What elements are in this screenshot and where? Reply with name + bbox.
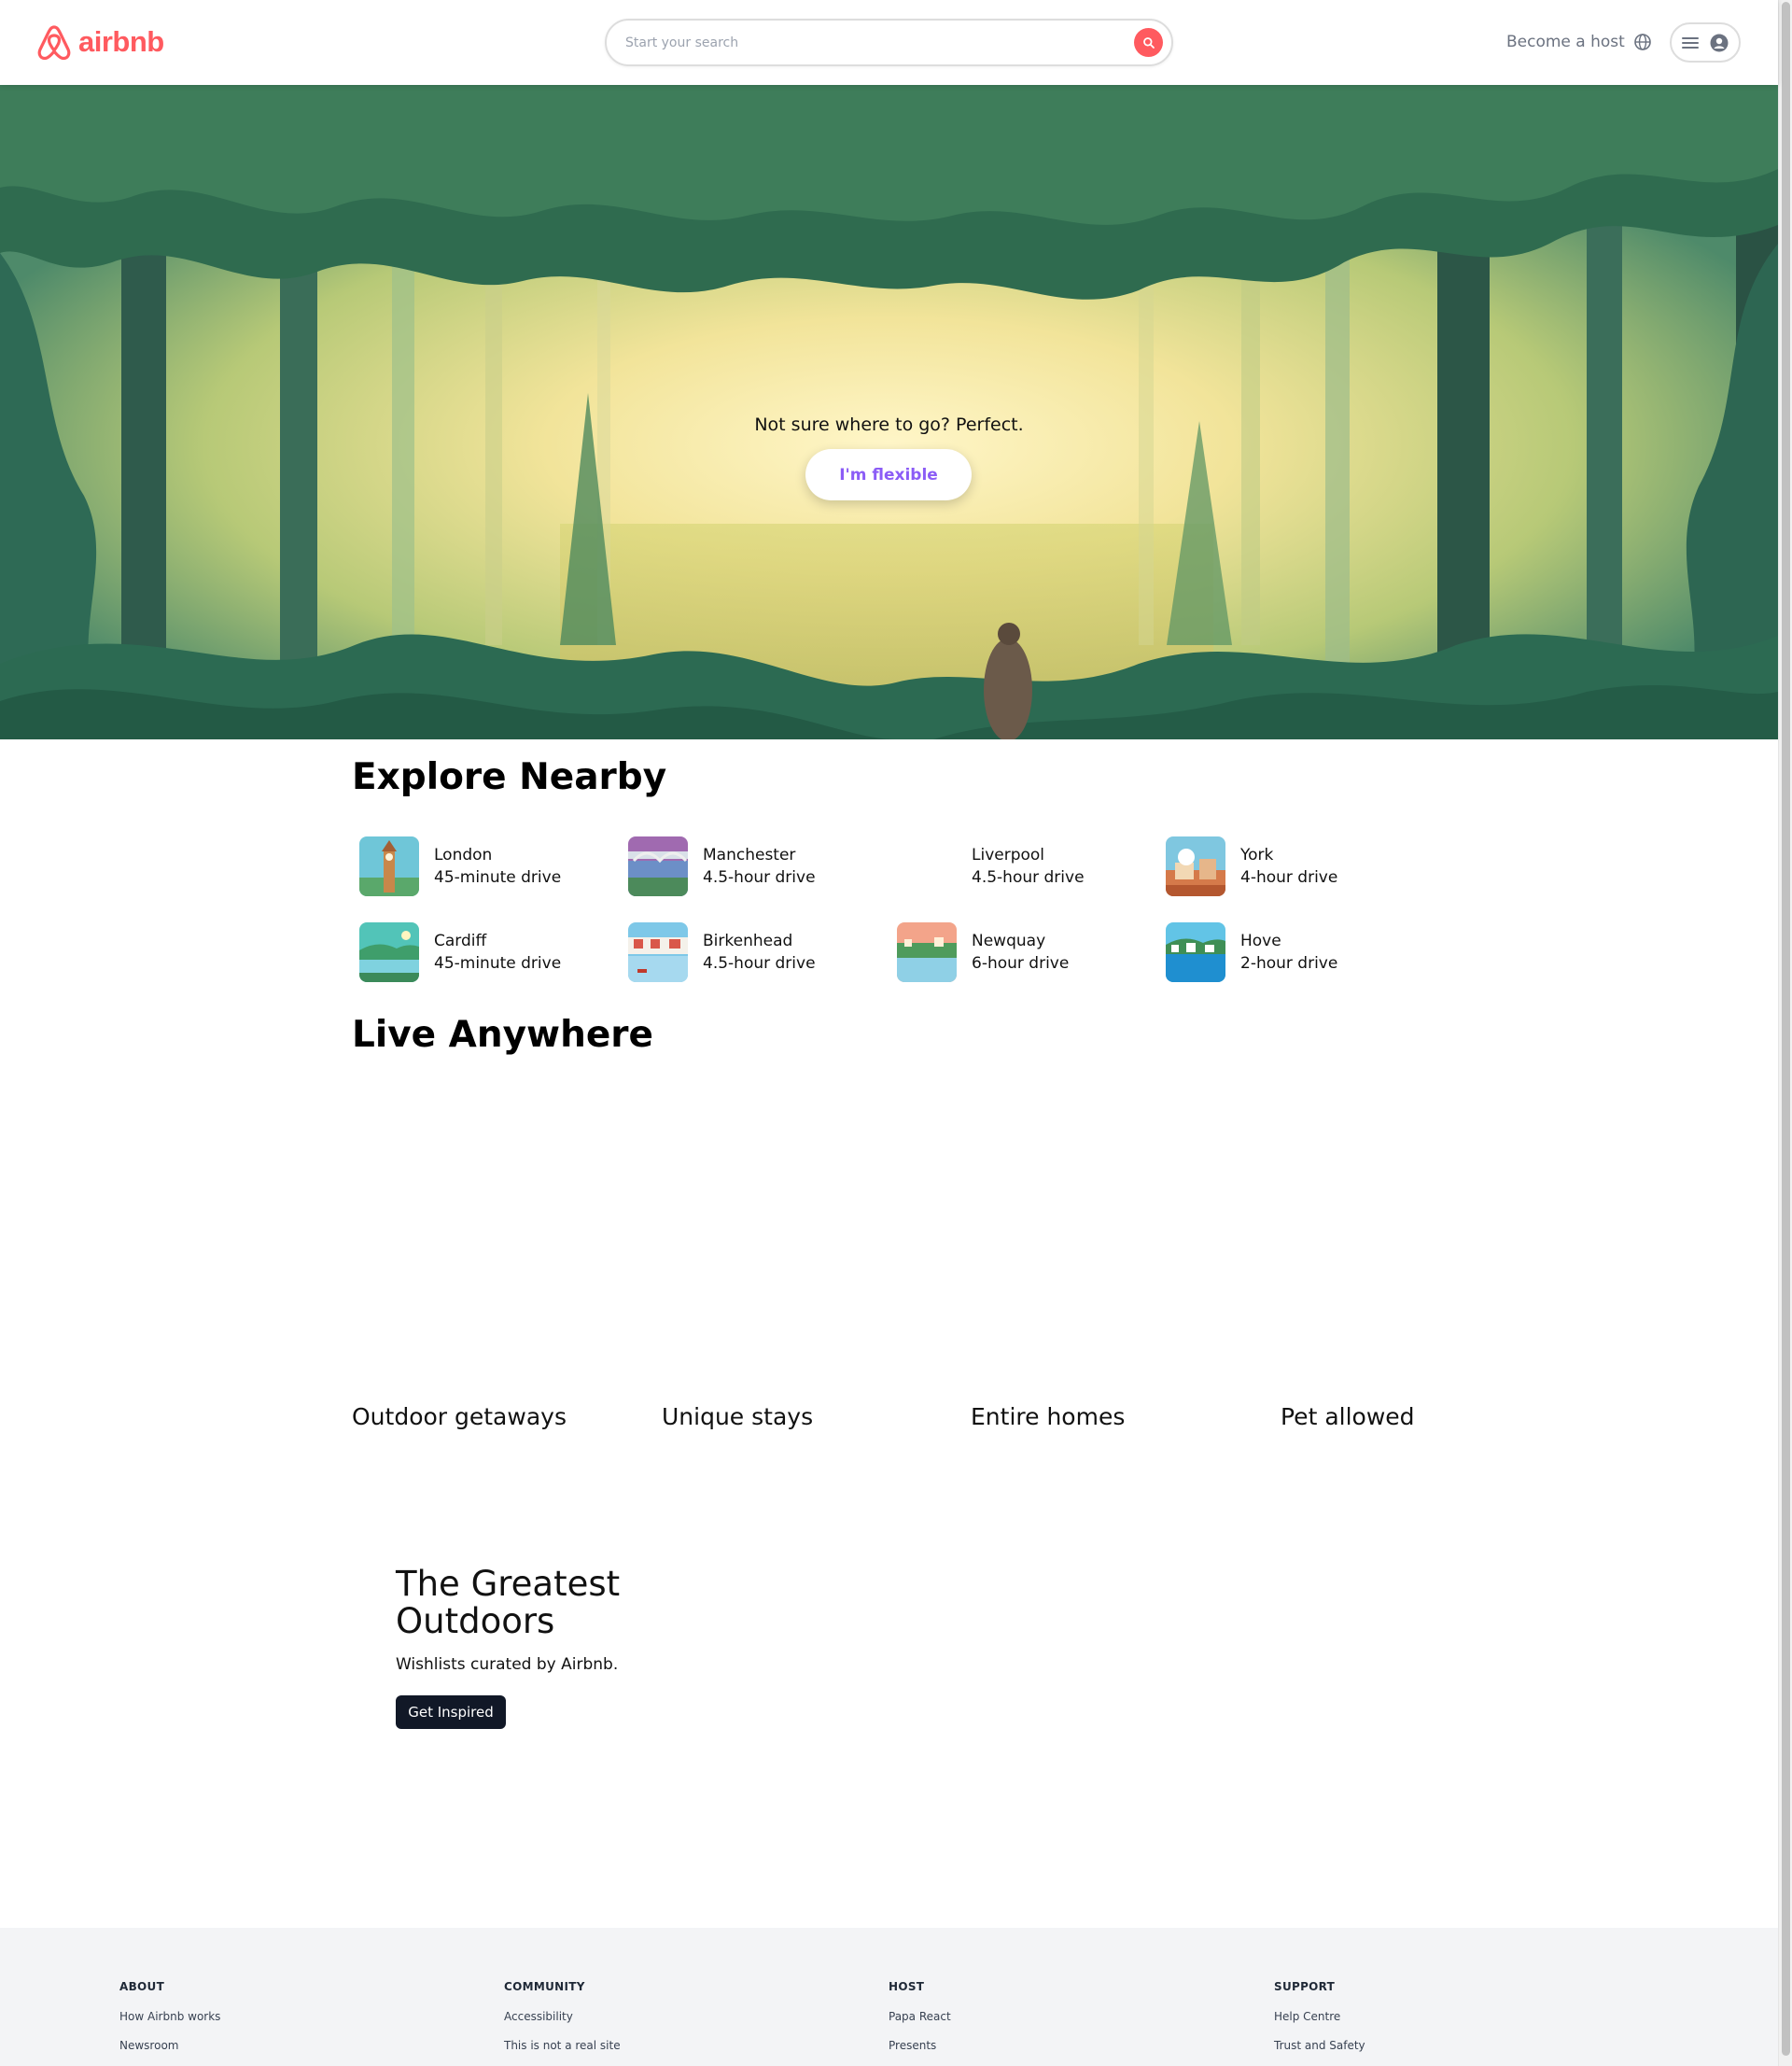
globe-icon (1634, 34, 1651, 50)
nearby-card-birkenhead[interactable]: Birkenhead 4.5-hour drive (628, 922, 880, 982)
drive-time: 4-hour drive (1240, 868, 1338, 887)
footer-heading: ABOUT (119, 1980, 165, 1993)
page-scrollbar[interactable] (1778, 0, 1792, 2066)
footer-column-support: SUPPORT Help Centre Trust and Safety (1274, 1980, 1365, 2066)
cardiff-thumbnail (359, 922, 419, 982)
language-button[interactable] (1633, 33, 1652, 55)
footer-heading: SUPPORT (1274, 1980, 1336, 1993)
nearby-card-york[interactable]: York 4-hour drive (1166, 836, 1418, 896)
user-icon (1710, 34, 1729, 51)
hove-thumbnail (1166, 922, 1225, 982)
live-card-unique-stays[interactable]: Unique stays (662, 1403, 813, 1430)
get-inspired-button[interactable]: Get Inspired (396, 1695, 506, 1729)
footer-heading: COMMUNITY (504, 1980, 585, 1993)
footer-column-about: ABOUT How Airbnb works Newsroom (119, 1980, 220, 2066)
footer-link[interactable]: Accessibility (504, 2010, 621, 2023)
footer-heading: HOST (889, 1980, 925, 1993)
airbnb-logo-icon (37, 25, 71, 61)
become-host-link[interactable]: Become a host (1506, 33, 1625, 51)
footer-link[interactable]: Newsroom (119, 2039, 220, 2052)
forest-illustration (0, 85, 1778, 739)
greatest-outdoors-title: The Greatest Outdoors (396, 1564, 621, 1641)
birkenhead-thumbnail (628, 922, 688, 982)
drive-time: 6-hour drive (972, 954, 1070, 973)
footer-column-community: COMMUNITY Accessibility This is not a re… (504, 1980, 621, 2066)
nearby-card-manchester[interactable]: Manchester 4.5-hour drive (628, 836, 880, 896)
drive-time: 4.5-hour drive (703, 954, 816, 973)
top-header: airbnb Become a host (0, 0, 1778, 85)
york-thumbnail (1166, 836, 1225, 896)
drive-time: 4.5-hour drive (703, 868, 816, 887)
page-footer: ABOUT How Airbnb works Newsroom COMMUNIT… (0, 1928, 1778, 2066)
city-name: Newquay (972, 932, 1046, 950)
live-card-entire-homes[interactable]: Entire homes (971, 1403, 1125, 1430)
footer-link[interactable]: Trust and Safety (1274, 2039, 1365, 2052)
drive-time: 45-minute drive (434, 954, 562, 973)
manchester-thumbnail (628, 836, 688, 896)
nearby-card-cardiff[interactable]: Cardiff 45-minute drive (359, 922, 611, 982)
city-name: Cardiff (434, 932, 487, 950)
nearby-card-newquay[interactable]: Newquay 6-hour drive (897, 922, 1149, 982)
menu-icon (1682, 36, 1699, 49)
nearby-card-liverpool[interactable]: Liverpool 4.5-hour drive (897, 836, 1149, 896)
scrollbar-thumb[interactable] (1782, 2, 1790, 2056)
footer-link[interactable]: Papa React (889, 2010, 951, 2023)
live-card-outdoor-getaways[interactable]: Outdoor getaways (352, 1403, 567, 1430)
search-button[interactable] (1134, 28, 1163, 57)
live-card-pet-allowed[interactable]: Pet allowed (1281, 1403, 1415, 1430)
city-name: London (434, 846, 493, 864)
newquay-thumbnail (897, 922, 957, 982)
user-menu-button[interactable] (1670, 22, 1741, 63)
hero-banner: Not sure where to go? Perfect. I'm flexi… (0, 85, 1778, 739)
explore-nearby-title: Explore Nearby (352, 756, 667, 798)
city-name: York (1240, 846, 1274, 864)
search-input[interactable] (625, 33, 1092, 53)
live-anywhere-title: Live Anywhere (352, 1014, 653, 1056)
hero-tagline: Not sure where to go? Perfect. (754, 415, 1024, 435)
im-flexible-button[interactable]: I'm flexible (805, 449, 972, 500)
footer-link[interactable]: This is not a real site (504, 2039, 621, 2052)
city-name: Hove (1240, 932, 1281, 950)
footer-link[interactable]: Help Centre (1274, 2010, 1365, 2023)
liverpool-thumbnail (897, 836, 957, 896)
city-name: Manchester (703, 846, 796, 864)
city-name: Liverpool (972, 846, 1045, 864)
nearby-card-london[interactable]: London 45-minute drive (359, 836, 611, 896)
drive-time: 2-hour drive (1240, 954, 1338, 973)
drive-time: 45-minute drive (434, 868, 562, 887)
logo-wordmark: airbnb (78, 25, 164, 58)
city-name: Birkenhead (703, 932, 793, 950)
nearby-card-hove[interactable]: Hove 2-hour drive (1166, 922, 1418, 982)
drive-time: 4.5-hour drive (972, 868, 1085, 887)
footer-column-host: HOST Papa React Presents (889, 1980, 951, 2066)
london-thumbnail (359, 836, 419, 896)
greatest-outdoors-subtitle: Wishlists curated by Airbnb. (396, 1655, 619, 1674)
search-icon (1142, 36, 1155, 49)
footer-link[interactable]: How Airbnb works (119, 2010, 220, 2023)
search-bar[interactable] (605, 19, 1173, 66)
airbnb-logo[interactable]: airbnb (35, 21, 164, 63)
footer-link[interactable]: Presents (889, 2039, 951, 2052)
